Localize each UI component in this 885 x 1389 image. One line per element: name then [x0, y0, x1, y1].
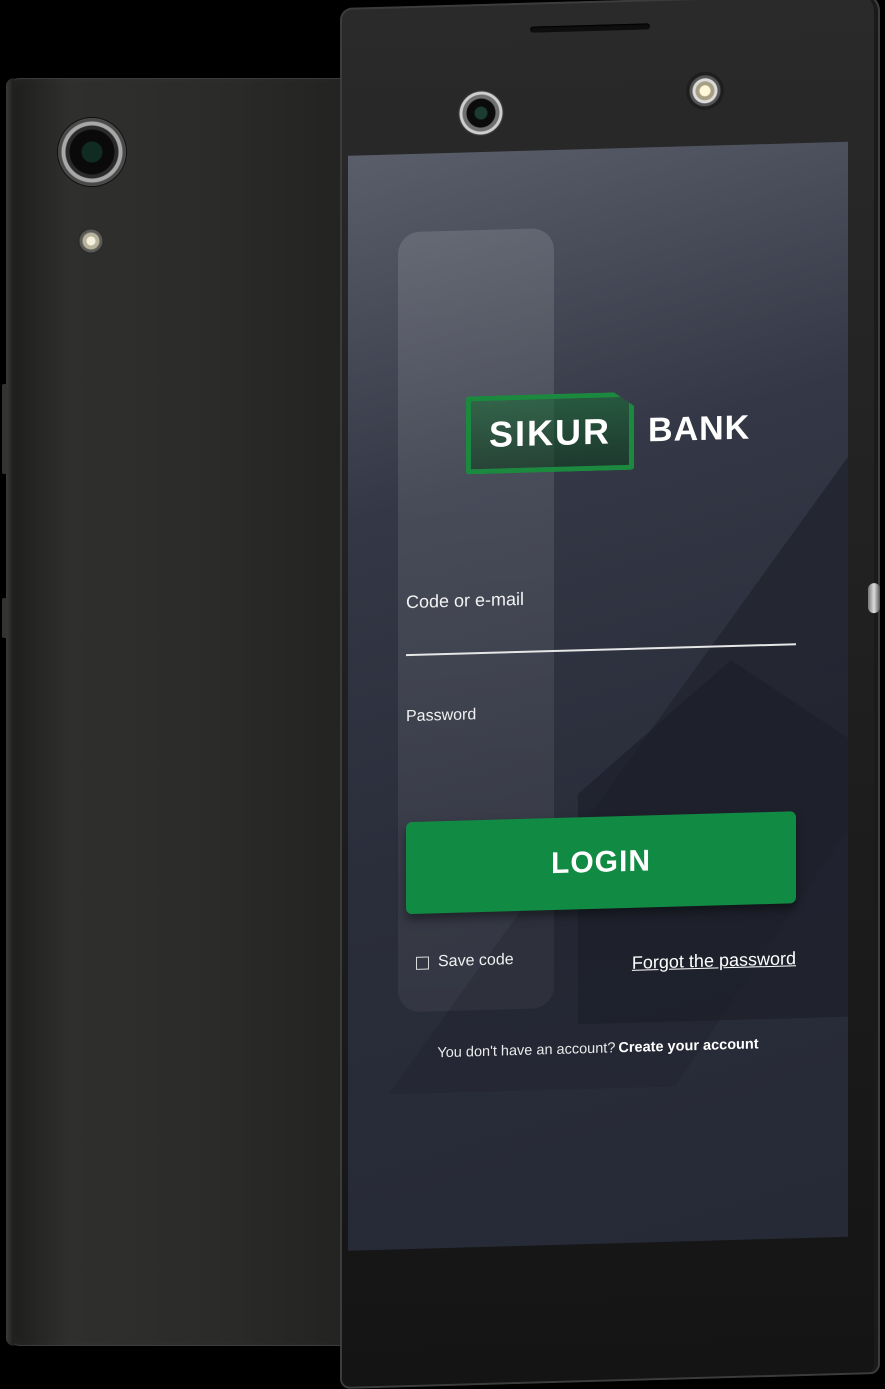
- volume-button: [2, 384, 7, 474]
- save-code-row[interactable]: Save code: [416, 951, 514, 972]
- login-button[interactable]: LOGIN: [406, 811, 796, 915]
- power-button: [2, 598, 7, 638]
- front-flash-icon: [686, 71, 724, 111]
- checkbox-icon[interactable]: [416, 956, 429, 970]
- sikur-bank-logo: SIKUR BANK: [466, 391, 750, 473]
- create-account-link[interactable]: Create your account: [618, 1036, 758, 1056]
- phone-back: [2, 78, 356, 1346]
- code-label: Code or e-mail: [406, 588, 525, 613]
- login-screen: SIKUR BANK Code or e-mail Password LOGIN…: [348, 141, 848, 1251]
- rear-flash-icon: [78, 228, 104, 254]
- logo-word: SIKUR: [489, 410, 612, 455]
- password-label: Password: [406, 706, 477, 726]
- earpiece: [530, 23, 650, 33]
- rear-camera-icon: [58, 118, 126, 186]
- front-camera-icon: [458, 89, 504, 137]
- logo-badge: SIKUR: [466, 392, 634, 475]
- logo-bank-text: BANK: [648, 408, 751, 449]
- phone-front: SIKUR BANK Code or e-mail Password LOGIN…: [340, 0, 880, 1389]
- save-code-label: Save code: [438, 951, 514, 971]
- side-button: [868, 582, 880, 614]
